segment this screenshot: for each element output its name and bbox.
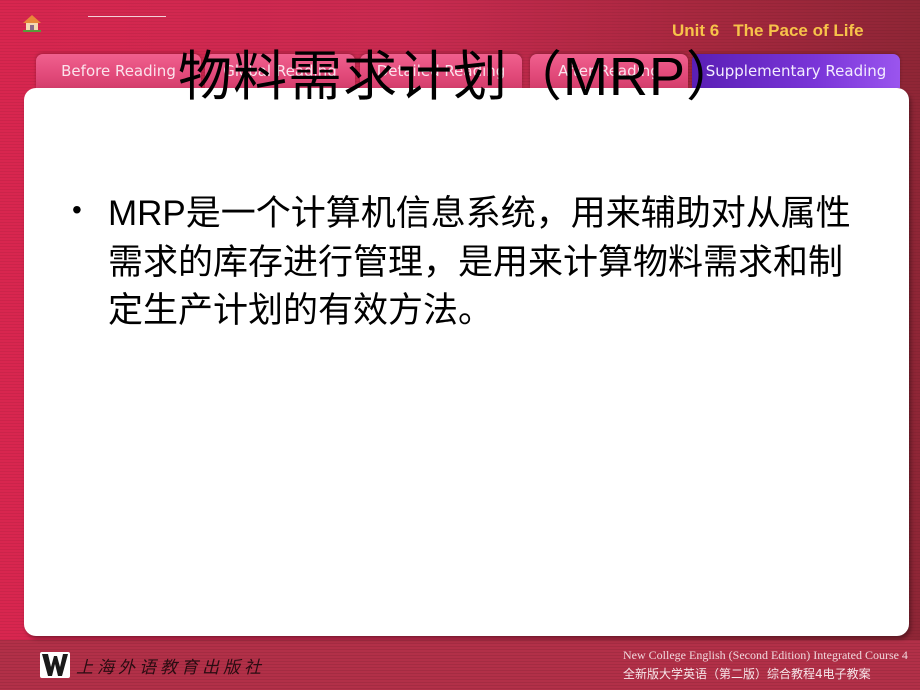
- slide-title-close: ）: [686, 45, 741, 108]
- course-title-en: New College English (Second Edition) Int…: [623, 648, 908, 662]
- unit-heading: Unit 6 The Pace of Life: [672, 21, 864, 41]
- slide-content-panel: [24, 88, 909, 636]
- bullet-item: MRP是一个计算机信息系统，用来辅助对从属性需求的库存进行管理，是用来计算物料需…: [108, 190, 853, 336]
- slide-title-cn: 物料需求计划（: [178, 45, 563, 108]
- header-divider: [88, 16, 166, 17]
- publisher-name: 上海外语教育出版社: [76, 658, 265, 678]
- bullet-lead-term: MRP: [108, 194, 186, 233]
- unit-label: Unit 6: [672, 21, 720, 40]
- home-icon: [23, 15, 41, 32]
- bullet-marker: •: [72, 194, 82, 225]
- publisher-logo-icon: [40, 652, 70, 678]
- slide-title: 物料需求计划（MRP）: [178, 42, 741, 112]
- slide-title-latin: MRP: [563, 47, 686, 107]
- unit-title: The Pace of Life: [733, 21, 864, 40]
- course-title-cn: 全新版大学英语（第二版）综合教程4电子教案: [623, 667, 871, 681]
- tab-before-reading[interactable]: Before Reading: [36, 54, 201, 88]
- publisher-logo: [40, 652, 70, 678]
- home-button[interactable]: [22, 14, 42, 32]
- bullet-body-text: 是一个计算机信息系统，用来辅助对从属性需求的库存进行管理，是用来计算物料需求和制…: [108, 194, 851, 331]
